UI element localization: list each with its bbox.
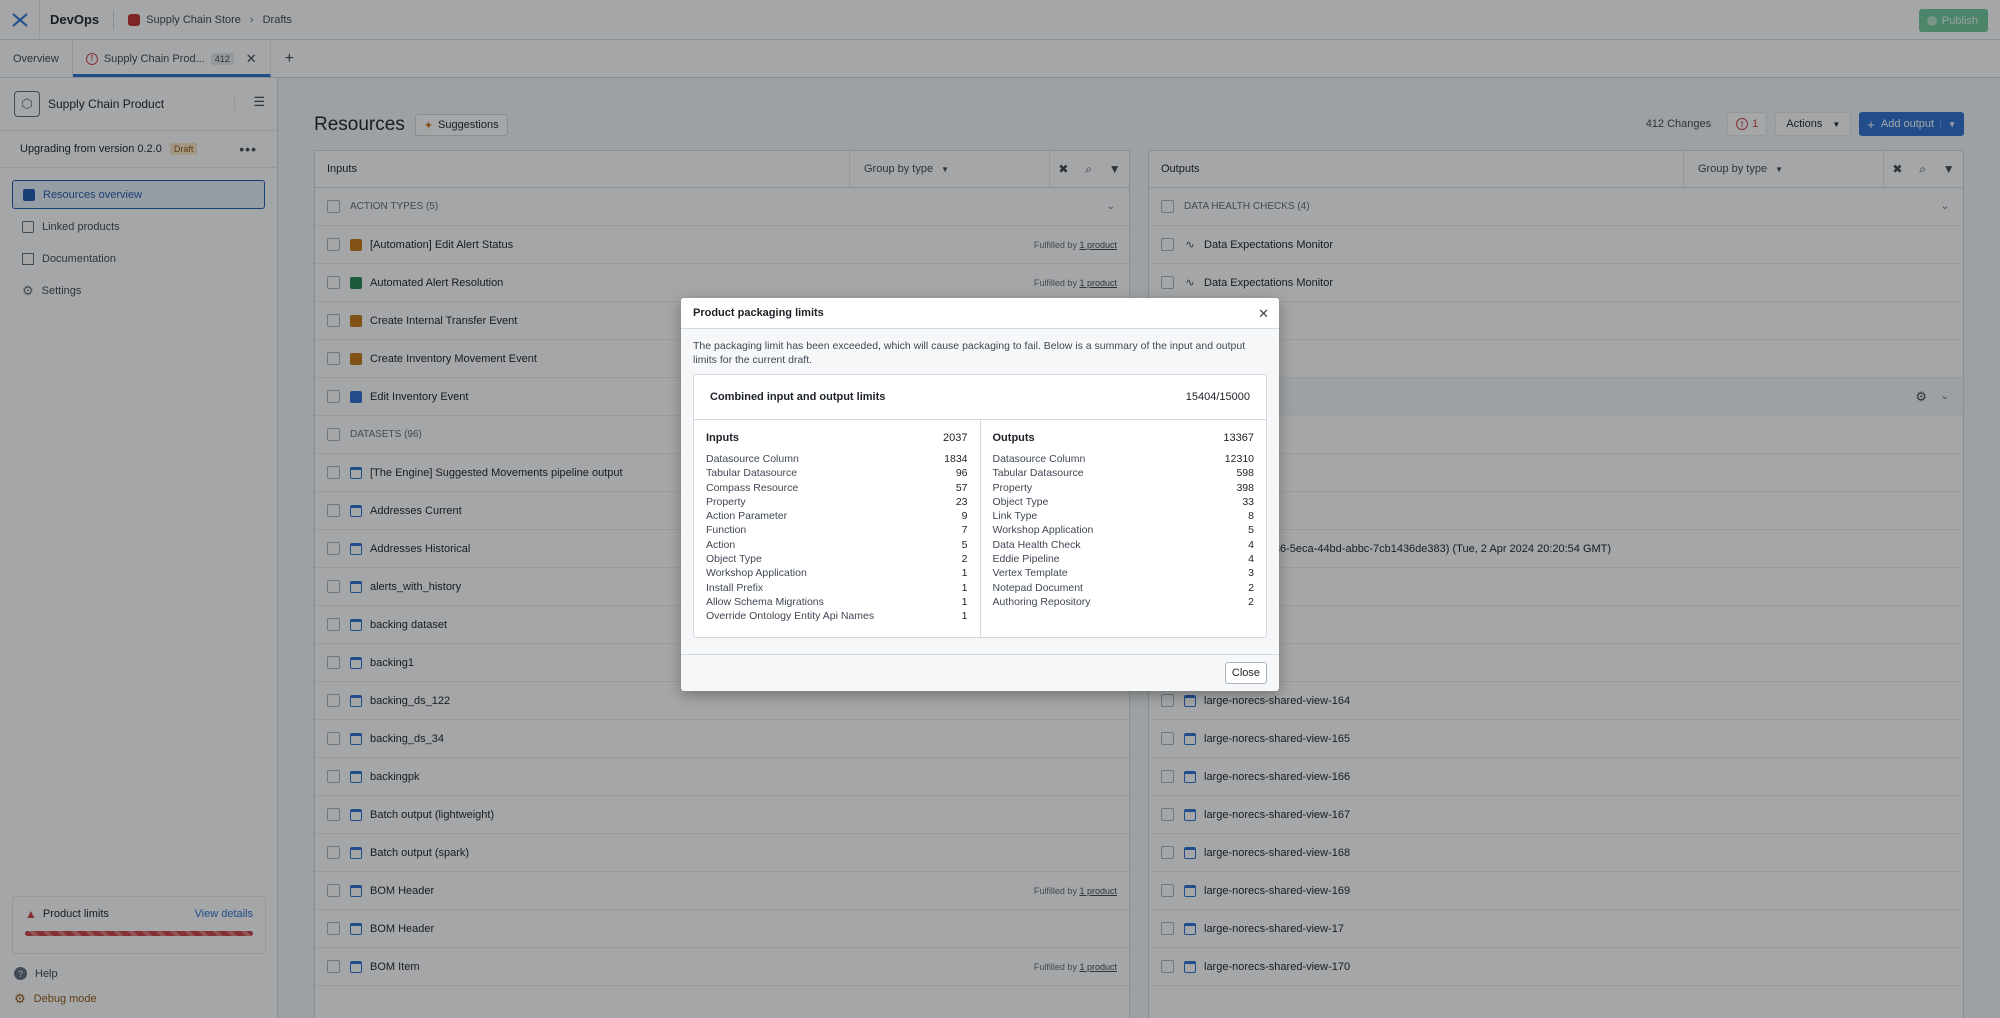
combined-limits-row: Combined input and output limits 15404/1… xyxy=(694,375,1266,420)
limit-name: Property xyxy=(706,495,746,508)
limit-value: 1834 xyxy=(944,453,968,465)
limit-value: 1 xyxy=(961,610,968,623)
limit-row: Allow Schema Migrations 1 xyxy=(706,595,968,609)
limit-row: Workshop Application 5 xyxy=(993,523,1255,537)
limit-value: 4 xyxy=(1248,538,1254,551)
limit-value: 57 xyxy=(955,481,968,494)
limit-name: Link Type xyxy=(992,510,1038,523)
inputs-limits-label: Inputs xyxy=(706,432,739,444)
limit-name: Datasource Column xyxy=(706,453,799,465)
limit-value: 2 xyxy=(1248,581,1254,594)
limits-summary-card: Combined input and output limits 15404/1… xyxy=(693,374,1267,638)
limit-value: 8 xyxy=(1248,510,1254,523)
limit-value: 2 xyxy=(961,553,968,566)
combined-label: Combined input and output limits xyxy=(710,391,886,403)
limit-value: 1 xyxy=(961,595,968,608)
combined-value: 15404/15000 xyxy=(1185,391,1250,403)
limit-name: Object Type xyxy=(706,553,762,566)
inputs-limits-column: Inputs 2037 Datasource Column 1834 Tabular… xyxy=(694,420,980,637)
limit-name: Notepad Document xyxy=(992,581,1083,594)
outputs-limits-label: Outputs xyxy=(992,432,1035,444)
limit-value: 3 xyxy=(1248,567,1254,580)
dialog-footer: Close xyxy=(681,654,1279,691)
limit-row: Property 398 xyxy=(993,481,1255,495)
limit-row: Function 7 xyxy=(706,523,968,537)
limit-value: 12310 xyxy=(1224,453,1254,465)
limit-row: Action Parameter 9 xyxy=(706,509,968,523)
limit-name: Data Health Check xyxy=(992,538,1081,551)
limit-name: Workshop Application xyxy=(706,567,807,580)
close-button[interactable]: Close xyxy=(1224,662,1267,684)
packaging-limits-dialog: Product packaging limits ✕ The packaging… xyxy=(681,298,1279,691)
limit-row: Workshop Application 1 xyxy=(706,566,968,580)
limit-value: 33 xyxy=(1242,495,1254,508)
dialog-header: Product packaging limits ✕ xyxy=(681,298,1279,329)
limit-row: Data Health Check 4 xyxy=(993,538,1255,552)
limit-value: 4 xyxy=(1248,553,1254,566)
limit-value: 7 xyxy=(961,524,968,537)
close-icon[interactable]: ✕ xyxy=(1258,306,1269,322)
limit-row: Eddie Pipeline 4 xyxy=(993,552,1255,566)
inputs-limits-total: 2037 xyxy=(943,432,968,444)
limit-value: 5 xyxy=(1248,524,1254,537)
limit-name: Compass Resource xyxy=(706,481,799,494)
limit-value: 398 xyxy=(1236,481,1254,494)
limit-name: Function xyxy=(706,524,747,537)
limit-name: Object Type xyxy=(992,495,1049,508)
limit-name: Override Ontology Entity Api Names xyxy=(706,610,875,623)
limit-name: Tabular Datasource xyxy=(706,467,798,480)
outputs-limits-total: 13367 xyxy=(1223,432,1254,444)
limit-value: 9 xyxy=(961,510,968,523)
outputs-limits-column: Outputs 13367 Datasource Column 12310 Tabu… xyxy=(979,420,1267,637)
limit-name: Install Prefix xyxy=(706,581,764,594)
limit-row: Property 23 xyxy=(706,495,968,509)
limit-value: 2 xyxy=(1248,595,1254,608)
limit-row: Action 5 xyxy=(706,538,968,552)
limit-row: Datasource Column 12310 xyxy=(993,452,1255,466)
limit-name: Action xyxy=(706,538,736,551)
limit-row: Authoring Repository 2 xyxy=(993,595,1255,609)
limit-row: Object Type 2 xyxy=(706,552,968,566)
limit-value: 598 xyxy=(1236,467,1254,480)
limit-row: Override Ontology Entity Api Names 1 xyxy=(706,609,968,623)
limit-name: Allow Schema Migrations xyxy=(706,595,824,608)
limit-value: 96 xyxy=(955,467,968,480)
limit-row: Compass Resource 57 xyxy=(706,481,968,495)
limit-value: 1 xyxy=(961,567,968,580)
limit-name: Tabular Datasource xyxy=(992,467,1084,480)
limit-row: Datasource Column 1834 xyxy=(706,452,968,466)
limit-name: Property xyxy=(992,481,1033,494)
limit-name: Action Parameter xyxy=(706,510,788,523)
limit-value: 1 xyxy=(961,581,968,594)
limit-row: Install Prefix 1 xyxy=(706,581,968,595)
limit-row: Object Type 33 xyxy=(993,495,1255,509)
limit-name: Authoring Repository xyxy=(992,595,1091,608)
limit-row: Notepad Document 2 xyxy=(993,581,1255,595)
limit-name: Vertex Template xyxy=(992,567,1068,580)
limit-row: Tabular Datasource 598 xyxy=(993,466,1255,480)
limit-value: 23 xyxy=(955,495,968,508)
limit-name: Datasource Column xyxy=(992,453,1086,465)
limit-row: Link Type 8 xyxy=(993,509,1255,523)
limit-row: Vertex Template 3 xyxy=(993,566,1255,580)
dialog-title: Product packaging limits xyxy=(693,307,824,319)
limit-value: 5 xyxy=(961,538,968,551)
limit-row: Tabular Datasource 96 xyxy=(706,466,968,480)
limit-name: Eddie Pipeline xyxy=(992,553,1060,566)
dialog-description: The packaging limit has been exceeded, w… xyxy=(693,340,1246,366)
limit-name: Workshop Application xyxy=(992,524,1094,537)
